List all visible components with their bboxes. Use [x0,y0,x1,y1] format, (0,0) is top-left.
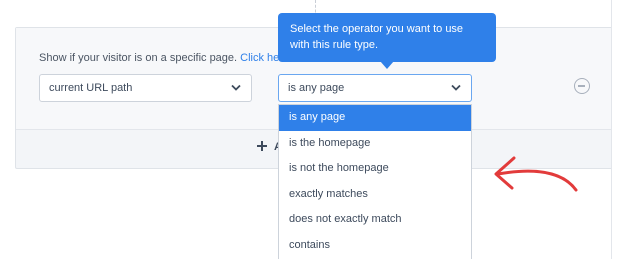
tooltip-pointer [380,61,394,69]
dropdown-option[interactable]: does not exactly match [279,207,471,233]
annotation-arrow-icon [494,156,578,192]
dropdown-option[interactable]: is the homepage [279,131,471,157]
rule-prompt-text: Show if your visitor is on a specific pa… [39,52,238,64]
remove-rule-icon[interactable] [574,78,590,94]
dropdown-option[interactable]: is not the homepage [279,156,471,182]
operator-tooltip: Select the operator you want to use with… [278,13,496,62]
rule-type-select[interactable]: current URL path [39,74,252,102]
tooltip-line-1: Select the operator you want to use [290,23,464,35]
chevron-down-icon [451,84,461,91]
plus-icon [256,140,268,152]
dropdown-option[interactable]: is any page [279,105,471,131]
rule-prompt: Show if your visitor is on a specific pa… [39,52,279,64]
tooltip-line-2: with this rule type. [290,39,379,51]
dropdown-option[interactable]: exactly matches [279,182,471,208]
operator-value: is any page [288,82,345,94]
operator-select[interactable]: is any page [278,74,472,102]
help-link[interactable]: Click he [240,52,279,64]
scroll-edge [611,0,620,259]
dropdown-option[interactable]: contains [279,233,471,259]
rule-type-value: current URL path [49,82,133,94]
operator-dropdown: is any page is the homepage is not the h… [278,104,472,259]
page: Show if your visitor is on a specific pa… [0,0,620,259]
chevron-down-icon [231,84,241,91]
